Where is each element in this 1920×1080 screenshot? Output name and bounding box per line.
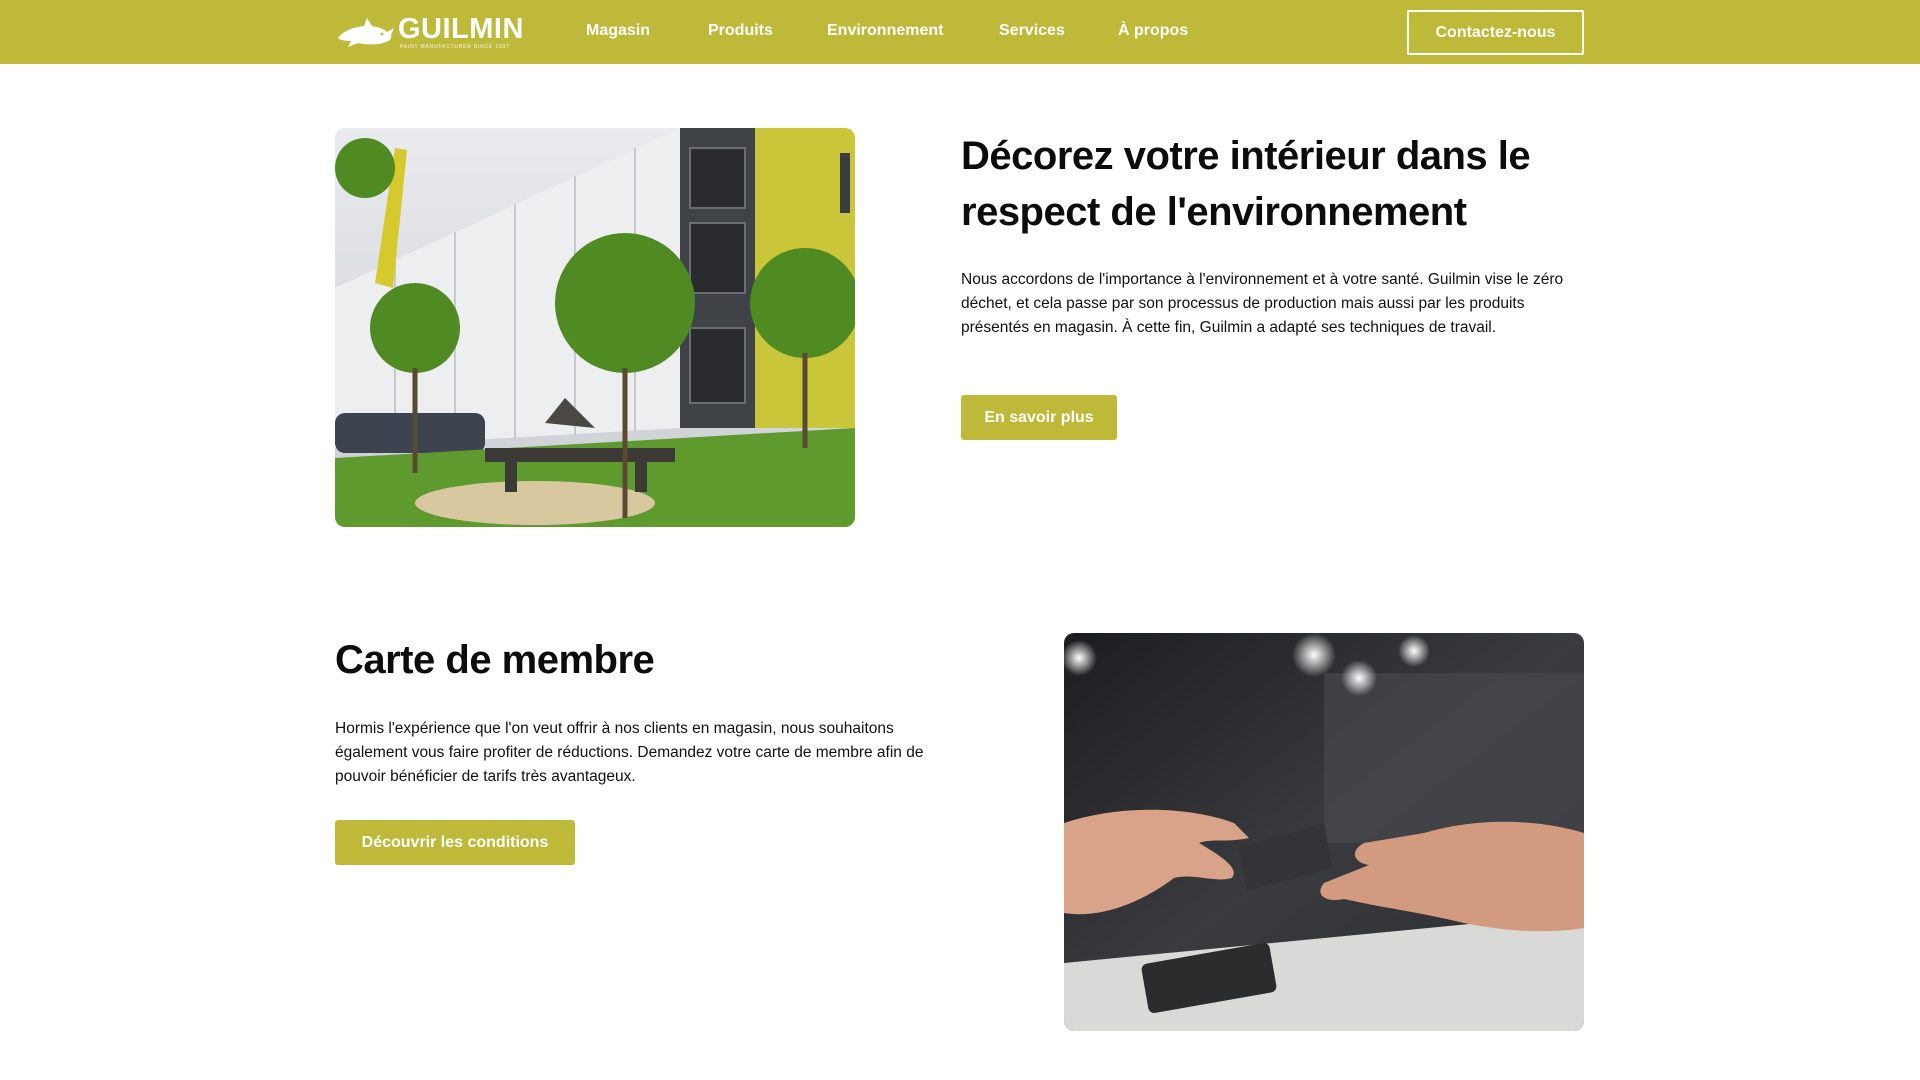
nav-produits[interactable]: Produits	[708, 22, 773, 40]
site-header: GUILMIN PAINT MANUFACTURER SINCE 1937 Ma…	[0, 0, 1920, 64]
nav-environnement[interactable]: Environnement	[827, 22, 943, 40]
logo-tagline: PAINT MANUFACTURER SINCE 1937	[400, 44, 510, 50]
logo[interactable]: GUILMIN PAINT MANUFACTURER SINCE 1937	[334, 14, 530, 50]
nav-a-propos[interactable]: À propos	[1118, 22, 1188, 40]
building-photo	[335, 128, 855, 527]
environment-text: Nous accordons de l'importance à l'envir…	[961, 271, 1564, 336]
membership-title: Carte de membre	[335, 638, 655, 682]
contact-button[interactable]: Contactez-nous	[1407, 10, 1584, 55]
membership-text: Hormis l'expérience que l'on veut offrir…	[335, 720, 924, 785]
environment-title: Décorez votre intérieur dans le respect …	[961, 134, 1531, 234]
nav-magasin[interactable]: Magasin	[586, 22, 650, 40]
dolphin-logo-icon	[338, 18, 394, 47]
logo-wordmark: GUILMIN	[398, 13, 524, 45]
conditions-button[interactable]: Découvrir les conditions	[335, 820, 575, 865]
nav-services[interactable]: Services	[999, 22, 1065, 40]
learn-more-button[interactable]: En savoir plus	[961, 395, 1117, 440]
membership-card-photo	[1064, 633, 1584, 1031]
